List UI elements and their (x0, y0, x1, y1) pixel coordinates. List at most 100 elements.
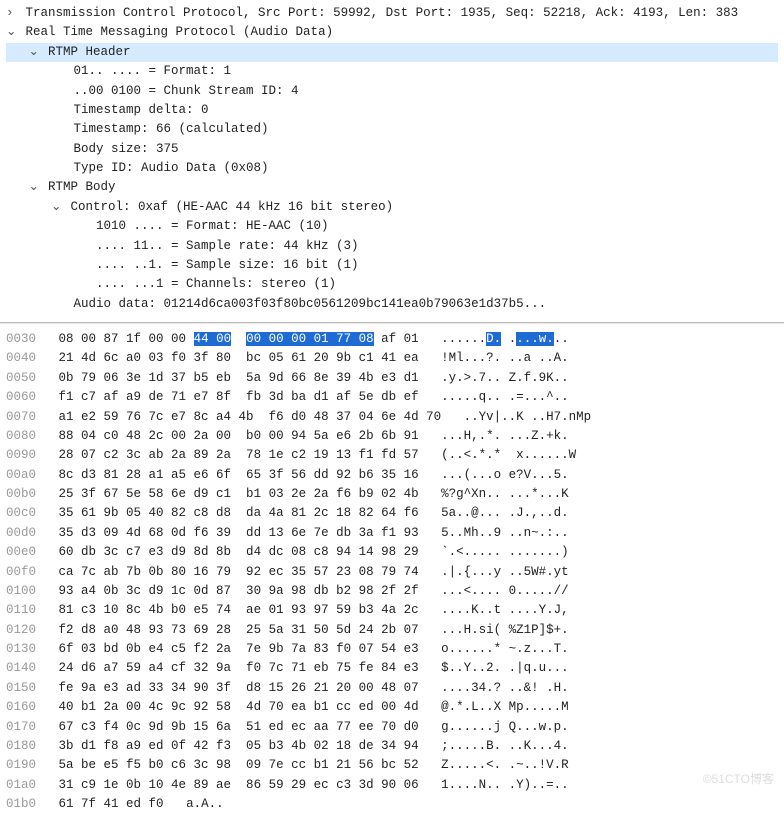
hex-ascii: o......* ~.z...T. (441, 642, 569, 656)
field-sample-size[interactable]: .... ..1. = Sample size: 16 bit (1) (6, 256, 778, 275)
field-timestamp-delta[interactable]: Timestamp delta: 0 (6, 101, 778, 120)
hex-offset: 01a0 (6, 778, 36, 792)
hex-offset: 0040 (6, 351, 36, 365)
hex-row[interactable]: 0060 f1 c7 af a9 de 71 e7 8f fb 3d ba d1… (6, 388, 778, 407)
hex-row[interactable]: 00a0 8c d3 81 28 a1 a5 e6 6f 65 3f 56 dd… (6, 466, 778, 485)
hex-offset: 0130 (6, 642, 36, 656)
hex-bytes: 40 b1 2a 00 4c 9c 92 58 4d 70 ea b1 cc e… (59, 700, 419, 714)
hex-ascii: ...H.si( %Z1P]$+. (441, 623, 569, 637)
field-control[interactable]: ⌄ Control: 0xaf (HE-AAC 44 kHz 16 bit st… (6, 198, 778, 217)
hex-row[interactable]: 0070 a1 e2 59 76 7c e7 8c a4 4b f6 d0 48… (6, 408, 778, 427)
field-audio-format[interactable]: 1010 .... = Format: HE-AAC (10) (6, 217, 778, 236)
hex-bytes: 6f 03 bd 0b e4 c5 f2 2a 7e 9b 7a 83 f0 0… (59, 642, 419, 656)
hex-ascii: .y.>.7.. Z.f.9K.. (441, 371, 569, 385)
hex-offset: 0080 (6, 429, 36, 443)
hex-row[interactable]: 00e0 60 db 3c c7 e3 d9 8d 8b d4 dc 08 c8… (6, 543, 778, 562)
tcp-summary[interactable]: › Transmission Control Protocol, Src Por… (6, 4, 778, 23)
field-audio-data[interactable]: Audio data: 01214d6ca003f03f80bc0561209b… (6, 295, 778, 314)
hex-bytes: 88 04 c0 48 2c 00 2a 00 b0 00 94 5a e6 2… (59, 429, 419, 443)
hex-ascii: a.A.. (186, 797, 224, 811)
hex-row[interactable]: 01a0 31 c9 1e 0b 10 4e 89 ae 86 59 29 ec… (6, 776, 778, 795)
hex-row[interactable]: 0080 88 04 c0 48 2c 00 2a 00 b0 00 94 5a… (6, 427, 778, 446)
chevron-down-icon[interactable]: ⌄ (51, 198, 63, 217)
field-format[interactable]: 01.. .... = Format: 1 (6, 62, 778, 81)
hex-offset: 0140 (6, 661, 36, 675)
rtmp-root[interactable]: ⌄ Real Time Messaging Protocol (Audio Da… (6, 23, 778, 42)
hex-ascii: .....q.. .=...^.. (441, 390, 569, 404)
hex-row[interactable]: 00b0 25 3f 67 5e 58 6e d9 c1 b1 03 2e 2a… (6, 485, 778, 504)
hex-offset: 0030 (6, 332, 36, 346)
hex-ascii: ..Yv|..K ..H7.nMp (464, 410, 592, 424)
hex-offset: 0100 (6, 584, 36, 598)
hex-offset: 0150 (6, 681, 36, 695)
hex-offset: 0120 (6, 623, 36, 637)
rtmp-body[interactable]: ⌄ RTMP Body (6, 178, 778, 197)
hex-row[interactable]: 0140 24 d6 a7 59 a4 cf 32 9a f0 7c 71 eb… (6, 659, 778, 678)
hex-ascii: (..<.*.* x......W (441, 448, 576, 462)
hex-bytes: 93 a4 0b 3c d9 1c 0d 87 30 9a 98 db b2 9… (59, 584, 419, 598)
hex-bytes: 24 d6 a7 59 a4 cf 32 9a f0 7c 71 eb 75 f… (59, 661, 419, 675)
field-timestamp-calc[interactable]: Timestamp: 66 (calculated) (6, 120, 778, 139)
field-sample-rate[interactable]: .... 11.. = Sample rate: 44 kHz (3) (6, 237, 778, 256)
hex-row[interactable]: 0040 21 4d 6c a0 03 f0 3f 80 bc 05 61 20… (6, 349, 778, 368)
hex-bytes: 8c d3 81 28 a1 a5 e6 6f 65 3f 56 dd 92 b… (59, 468, 419, 482)
rtmp-header-label: RTMP Header (48, 45, 131, 59)
hex-offset: 00c0 (6, 506, 36, 520)
rtmp-header[interactable]: ⌄ RTMP Header (6, 43, 778, 62)
hex-row[interactable]: 0180 3b d1 f8 a9 ed 0f 42 f3 05 b3 4b 02… (6, 737, 778, 756)
hex-bytes: f1 c7 af a9 de 71 e7 8f fb 3d ba d1 af 5… (59, 390, 419, 404)
hex-row[interactable]: 0110 81 c3 10 8c 4b b0 e5 74 ae 01 93 97… (6, 601, 778, 620)
hex-row[interactable]: 0030 08 00 87 1f 00 00 44 00 00 00 00 01… (6, 330, 778, 349)
packet-details-tree[interactable]: › Transmission Control Protocol, Src Por… (0, 0, 784, 322)
chevron-right-icon[interactable]: › (6, 4, 18, 23)
hex-bytes: 35 61 9b 05 40 82 c8 d8 da 4a 81 2c 18 8… (59, 506, 419, 520)
hex-ascii: g......j Q...w.p. (441, 720, 569, 734)
hex-row[interactable]: 0160 40 b1 2a 00 4c 9c 92 58 4d 70 ea b1… (6, 698, 778, 717)
hex-ascii: !Ml...?. ..a ..A. (441, 351, 569, 365)
hex-row[interactable]: 01b0 61 7f 41 ed f0 a.A.. (6, 795, 778, 814)
hex-ascii: @.*.L..X Mp.....M (441, 700, 569, 714)
hex-ascii: ...H,.*. ...Z.+k. (441, 429, 569, 443)
rtmp-body-label: RTMP Body (48, 180, 116, 194)
hex-row[interactable]: 00f0 ca 7c ab 7b 0b 80 16 79 92 ec 35 57… (6, 563, 778, 582)
hex-bytes: 31 c9 1e 0b 10 4e 89 ae 86 59 29 ec c3 3… (59, 778, 419, 792)
hex-bytes: 08 00 87 1f 00 00 (59, 332, 194, 346)
hex-ascii: $..Y..2. .|q.u... (441, 661, 569, 675)
field-chunk-stream-id[interactable]: ..00 0100 = Chunk Stream ID: 4 (6, 82, 778, 101)
hex-dump-pane[interactable]: 0030 08 00 87 1f 00 00 44 00 00 00 00 01… (0, 324, 784, 820)
hex-row[interactable]: 0120 f2 d8 a0 48 93 73 69 28 25 5a 31 50… (6, 621, 778, 640)
chevron-down-icon[interactable]: ⌄ (29, 43, 41, 62)
hex-bytes: 60 db 3c c7 e3 d9 8d 8b d4 dc 08 c8 94 1… (59, 545, 419, 559)
hex-row[interactable]: 0190 5a be e5 f5 b0 c6 3c 98 09 7e cc b1… (6, 756, 778, 775)
hex-ascii: %?g^Xn.. ...*...K (441, 487, 569, 501)
hex-offset: 0170 (6, 720, 36, 734)
hex-row[interactable]: 0150 fe 9a e3 ad 33 34 90 3f d8 15 26 21… (6, 679, 778, 698)
hex-offset: 0060 (6, 390, 36, 404)
hex-ascii: ...<.... 0.....// (441, 584, 569, 598)
hex-row[interactable]: 0130 6f 03 bd 0b e4 c5 f2 2a 7e 9b 7a 83… (6, 640, 778, 659)
hex-row[interactable]: 00d0 35 d3 09 4d 68 0d f6 39 dd 13 6e 7e… (6, 524, 778, 543)
chevron-down-icon[interactable]: ⌄ (29, 178, 41, 197)
hex-bytes: 28 07 c2 3c ab 2a 89 2a 78 1e c2 19 13 f… (59, 448, 419, 462)
hex-bytes: 81 c3 10 8c 4b b0 e5 74 ae 01 93 97 59 b… (59, 603, 419, 617)
watermark: ©51CTO博客 (703, 770, 774, 787)
hex-row[interactable]: 0100 93 a4 0b 3c d9 1c 0d 87 30 9a 98 db… (6, 582, 778, 601)
chevron-down-icon[interactable]: ⌄ (6, 23, 18, 42)
hex-offset: 00f0 (6, 565, 36, 579)
hex-ascii: ......D. ....w... (441, 332, 569, 346)
hex-bytes: f2 d8 a0 48 93 73 69 28 25 5a 31 50 5d 2… (59, 623, 419, 637)
hex-row[interactable]: 0090 28 07 c2 3c ab 2a 89 2a 78 1e c2 19… (6, 446, 778, 465)
hex-offset: 00a0 (6, 468, 36, 482)
rtmp-text: Real Time Messaging Protocol (Audio Data… (26, 25, 334, 39)
hex-row[interactable]: 0170 67 c3 f4 0c 9d 9b 15 6a 51 ed ec aa… (6, 718, 778, 737)
hex-row[interactable]: 00c0 35 61 9b 05 40 82 c8 d8 da 4a 81 2c… (6, 504, 778, 523)
hex-offset: 0110 (6, 603, 36, 617)
hex-bytes: 3b d1 f8 a9 ed 0f 42 f3 05 b3 4b 02 18 d… (59, 739, 419, 753)
field-body-size[interactable]: Body size: 375 (6, 140, 778, 159)
hex-ascii: ....K..t ....Y.J, (441, 603, 569, 617)
hex-row[interactable]: 0050 0b 79 06 3e 1d 37 b5 eb 5a 9d 66 8e… (6, 369, 778, 388)
hex-bytes: 0b 79 06 3e 1d 37 b5 eb 5a 9d 66 8e 39 4… (59, 371, 419, 385)
hex-offset: 00d0 (6, 526, 36, 540)
field-channels[interactable]: .... ...1 = Channels: stereo (1) (6, 275, 778, 294)
field-type-id[interactable]: Type ID: Audio Data (0x08) (6, 159, 778, 178)
